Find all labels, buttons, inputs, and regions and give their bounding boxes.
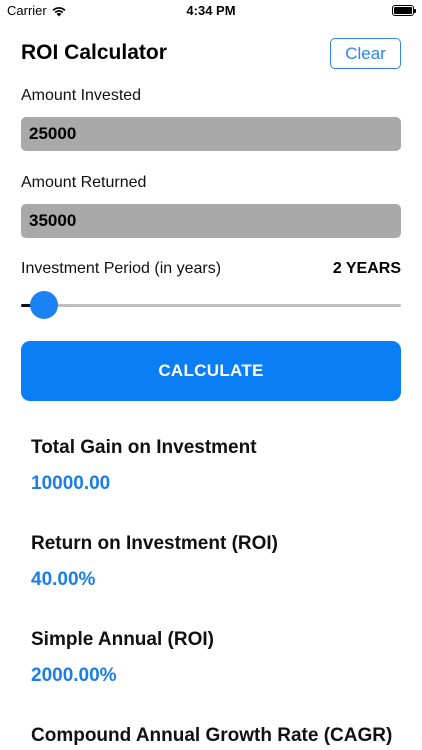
status-bar: Carrier 4:34 PM [0,0,422,22]
amount-returned-input[interactable] [21,204,401,238]
slider-track [21,304,401,307]
battery-fill [394,7,412,14]
amount-invested-input[interactable] [21,117,401,151]
clear-button[interactable]: Clear [330,38,401,69]
investment-period-slider[interactable] [21,290,401,320]
roi-calculator-screen: Carrier 4:34 PM ROI Calculator Clear Amo… [0,0,422,750]
result-value: 40.00% [31,569,96,590]
status-time: 4:34 PM [186,3,236,18]
page-title: ROI Calculator [21,41,167,64]
calculate-button[interactable]: CALCULATE [21,341,401,401]
investment-period-label: Investment Period (in years) [21,260,222,277]
battery-icon [392,5,416,16]
amount-returned-label: Amount Returned [21,174,147,191]
investment-period-value: 2 YEARS [332,260,401,277]
result-value: 2000.00% [31,665,117,686]
result-label: Compound Annual Growth Rate (CAGR) [31,725,393,746]
result-value: 10000.00 [31,473,111,494]
result-label: Return on Investment (ROI) [31,533,279,554]
result-label: Total Gain on Investment [31,437,257,458]
amount-invested-label: Amount Invested [21,87,142,104]
slider-thumb[interactable] [29,291,58,319]
result-label: Simple Annual (ROI) [31,629,214,650]
